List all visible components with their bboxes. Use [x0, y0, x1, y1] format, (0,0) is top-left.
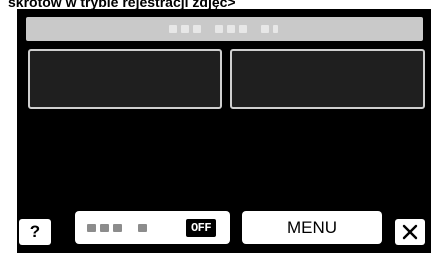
menu-button-label: MENU: [286, 217, 338, 237]
option-panel-right[interactable]: [230, 49, 425, 109]
option-panel-left[interactable]: [28, 49, 222, 109]
title-text-blurred: [169, 25, 278, 33]
close-button[interactable]: [395, 219, 425, 245]
help-button-label: ?: [29, 222, 41, 241]
menu-button[interactable]: MENU: [242, 211, 382, 244]
title-bar: [26, 17, 423, 41]
camera-touch-screen: ? OFF MENU: [17, 9, 431, 253]
close-icon: [402, 224, 418, 240]
toggle-label-blurred: [87, 224, 147, 232]
toggle-button[interactable]: OFF: [75, 211, 230, 244]
off-status-badge: OFF: [186, 219, 216, 237]
help-button[interactable]: ?: [19, 219, 51, 245]
